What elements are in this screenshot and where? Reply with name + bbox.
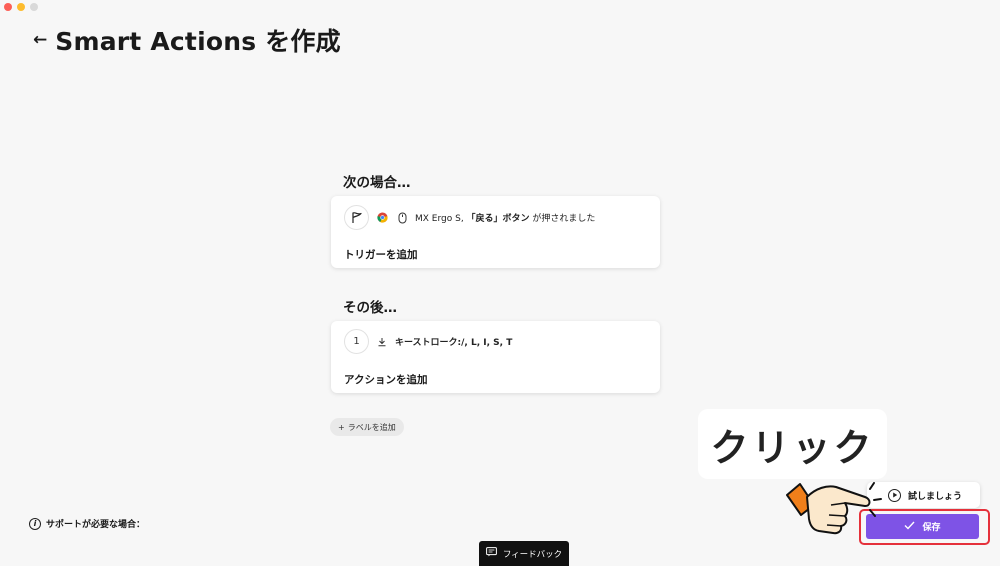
trigger-description: MX Ergo S, 「戻る」ボタン が押されました	[415, 214, 596, 224]
mouse-icon	[395, 211, 409, 225]
action-card: 1 キーストローク:/, L, I, S, T アクションを追加	[331, 321, 660, 393]
chat-icon	[485, 547, 497, 560]
click-callout: クリック	[698, 409, 887, 479]
flag-icon	[344, 205, 369, 230]
back-arrow-icon[interactable]: ←	[33, 31, 47, 49]
page-header: ← Smart Actions を作成	[33, 22, 341, 58]
info-icon: i	[29, 517, 41, 530]
add-action-button[interactable]: アクションを追加	[344, 372, 427, 387]
add-label-text: ラベルを追加	[347, 422, 396, 432]
trigger-card: MX Ergo S, 「戻る」ボタン が押されました トリガーを追加	[331, 196, 660, 268]
minimize-window-button[interactable]	[17, 3, 25, 11]
try-label: 試しましょう	[908, 491, 963, 502]
add-label-button[interactable]: + ラベルを追加	[330, 418, 404, 436]
trigger-section-title: 次の場合…	[343, 175, 411, 191]
action-section-title: その後…	[343, 300, 397, 316]
action-item[interactable]: 1 キーストローク:/, L, I, S, T	[344, 329, 512, 354]
feedback-label: フィードバック	[502, 549, 563, 560]
trigger-item[interactable]: MX Ergo S, 「戻る」ボタン が押されました	[344, 205, 595, 230]
page-title: Smart Actions を作成	[55, 27, 341, 56]
plus-icon: +	[338, 422, 345, 432]
chrome-icon	[375, 211, 389, 225]
support-label: サポートが必要な場合：	[46, 520, 146, 530]
try-button[interactable]: 試しましょう	[867, 482, 980, 508]
window-controls	[4, 3, 38, 11]
check-icon	[904, 521, 915, 533]
action-description: キーストローク:/, L, I, S, T	[395, 338, 513, 348]
keystroke-icon	[375, 335, 389, 349]
pointing-hand-icon	[786, 482, 882, 535]
play-icon	[888, 488, 901, 502]
zoom-window-button[interactable]	[30, 3, 38, 11]
support-link[interactable]: i サポートが必要な場合：	[29, 517, 145, 530]
feedback-button[interactable]: フィードバック	[479, 541, 569, 566]
close-window-button[interactable]	[4, 3, 12, 11]
add-trigger-button[interactable]: トリガーを追加	[344, 247, 418, 262]
action-number-badge: 1	[344, 329, 369, 354]
save-label: 保存	[922, 523, 941, 533]
